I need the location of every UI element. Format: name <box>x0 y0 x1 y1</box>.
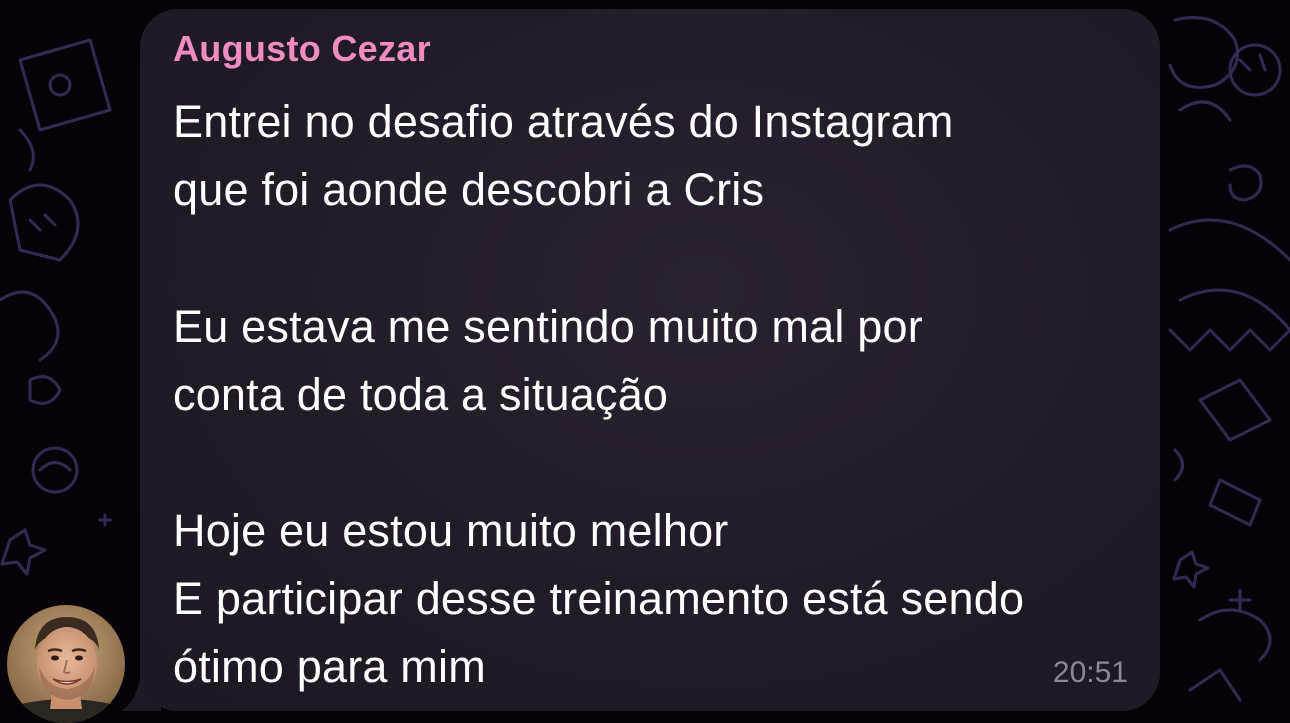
message-line: Entrei no desafio através do Instagram <box>173 96 954 147</box>
message-line: conta de toda a situação <box>173 369 669 420</box>
chat-background: Augusto Cezar Entrei no desafio através … <box>0 0 1290 723</box>
message-line: E participar desse treinamento está send… <box>173 573 1025 624</box>
avatar[interactable] <box>7 605 125 723</box>
message-line: ótimo para mim <box>173 641 486 692</box>
message-line: Eu estava me sentindo muito mal por <box>173 301 923 352</box>
message-bubble[interactable]: Augusto Cezar Entrei no desafio através … <box>140 9 1160 711</box>
sender-name[interactable]: Augusto Cezar <box>173 28 431 70</box>
message-line: que foi aonde descobri a Cris <box>173 164 765 215</box>
avatar-photo <box>7 605 125 723</box>
message-line: Hoje eu estou muito melhor <box>173 505 729 556</box>
message-timestamp: 20:51 <box>1052 656 1128 689</box>
